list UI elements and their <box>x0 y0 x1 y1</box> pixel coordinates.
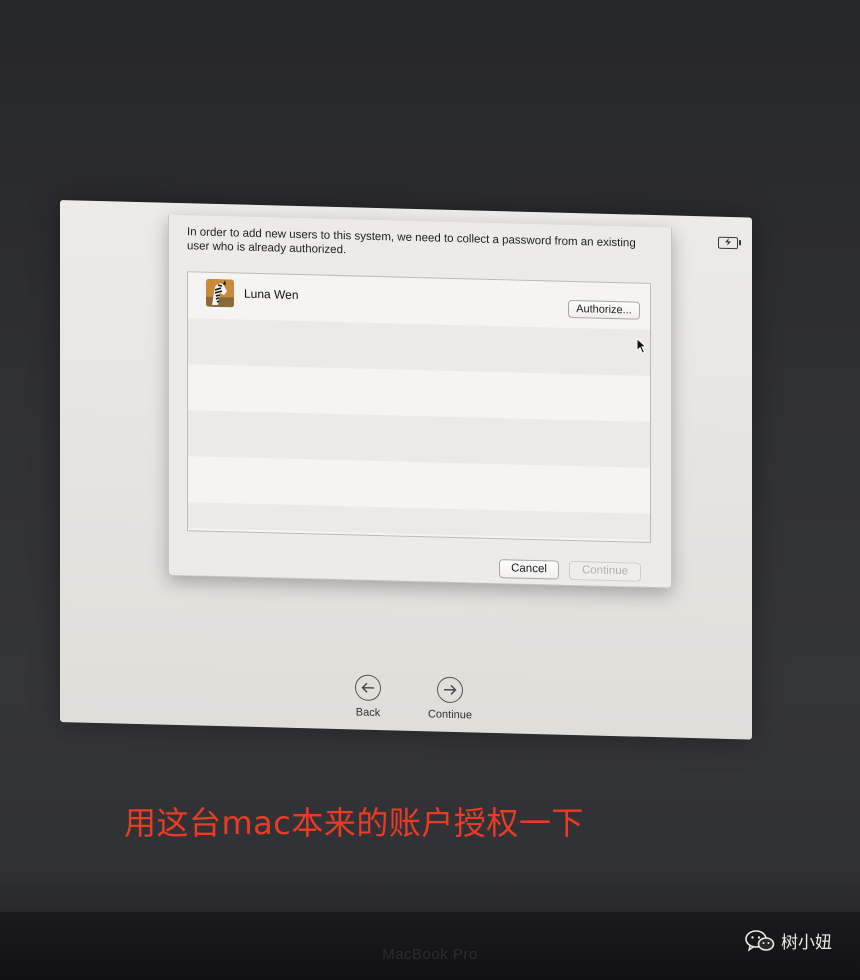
authorization-sheet: In order to add new users to this system… <box>168 214 672 589</box>
continue-button-disabled[interactable]: Continue <box>569 560 641 582</box>
user-name: Luna Wen <box>244 286 299 303</box>
zebra-avatar-icon <box>206 278 234 308</box>
arrow-right-icon <box>437 676 463 704</box>
continue-nav-button[interactable]: Continue <box>420 676 480 722</box>
authorized-user-list: Luna Wen Authorize... <box>187 271 651 543</box>
back-nav-button[interactable]: Back <box>338 674 398 720</box>
continue-label: Continue <box>427 708 473 722</box>
mouse-pointer-icon <box>636 337 648 354</box>
annotation-caption: 用这台mac本来的账户授权一下 <box>124 804 584 842</box>
watermark: 树小妞 <box>745 928 832 953</box>
authorize-button[interactable]: Authorize... <box>568 299 640 320</box>
battery-charging-icon <box>718 236 738 250</box>
cancel-button[interactable]: Cancel <box>499 559 559 580</box>
arrow-left-icon <box>355 674 381 702</box>
authorization-message: In order to add new users to this system… <box>187 226 636 257</box>
wechat-icon <box>745 929 775 952</box>
back-label: Back <box>355 706 381 720</box>
watermark-text: 树小妞 <box>781 933 832 953</box>
device-model-label: MacBook Pro <box>382 946 478 963</box>
setup-assistant-screen: In order to add new users to this system… <box>60 200 752 740</box>
